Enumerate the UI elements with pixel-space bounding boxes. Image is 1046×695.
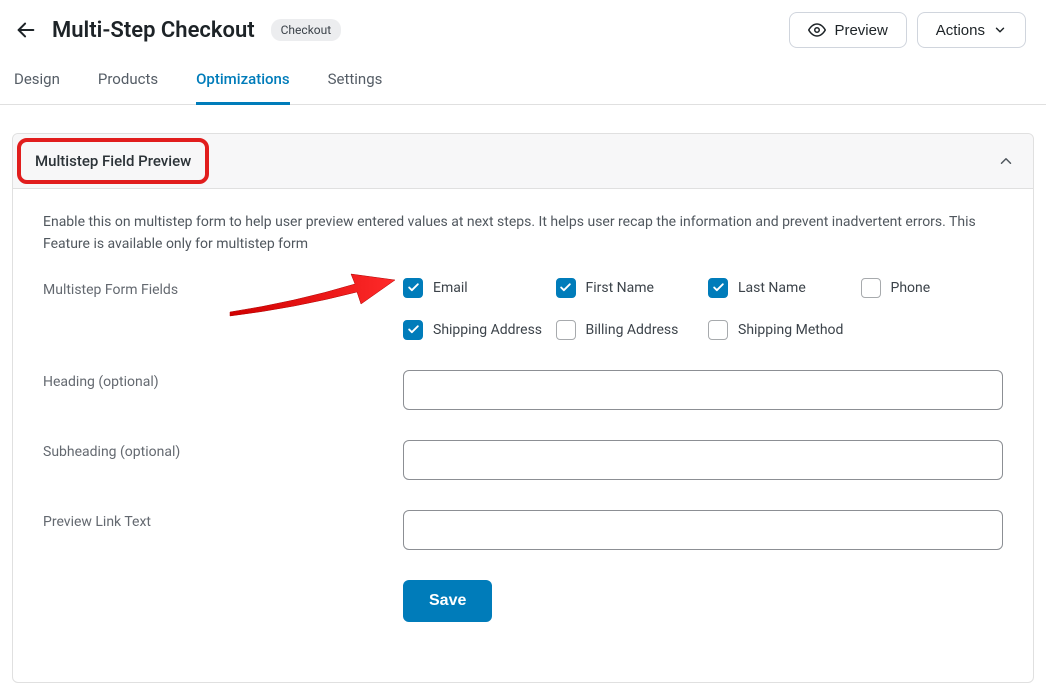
checkbox-box — [556, 320, 576, 340]
page-title: Multi-Step Checkout — [52, 18, 255, 43]
subheading-label: Subheading (optional) — [43, 440, 403, 460]
check-icon — [559, 281, 572, 294]
settings-panel: Multistep Field Preview Enable this on m… — [12, 133, 1034, 683]
tabs: Design Products Optimizations Settings — [0, 60, 1046, 105]
tab-settings[interactable]: Settings — [328, 60, 383, 105]
checkbox-label: Shipping Method — [738, 322, 843, 338]
preview-button[interactable]: Preview — [789, 12, 906, 48]
back-button[interactable] — [12, 16, 40, 44]
checkbox-grid: Email First Name Last Name Phone Shipping Ad… — [403, 278, 1003, 340]
save-button[interactable]: Save — [403, 580, 492, 622]
panel-description: Enable this on multistep form to help us… — [43, 211, 1003, 256]
checkbox-label: Phone — [891, 280, 931, 296]
preview-button-label: Preview — [834, 22, 887, 39]
checkbox-label: Email — [433, 280, 468, 296]
check-icon — [712, 281, 725, 294]
fields-label: Multistep Form Fields — [43, 278, 403, 298]
actions-button[interactable]: Actions — [917, 12, 1026, 48]
check-icon — [407, 323, 420, 336]
checkbox-box — [403, 320, 423, 340]
checkbox-label: First Name — [586, 280, 654, 296]
checkbox-box — [708, 320, 728, 340]
context-badge: Checkout — [271, 19, 342, 41]
checkbox-billing-address[interactable]: Billing Address — [556, 320, 699, 340]
subheading-input[interactable] — [403, 440, 1003, 480]
checkbox-box — [861, 278, 881, 298]
highlight-box: Multistep Field Preview — [17, 138, 209, 184]
checkbox-last-name[interactable]: Last Name — [708, 278, 851, 298]
checkbox-email[interactable]: Email — [403, 278, 546, 298]
checkbox-phone[interactable]: Phone — [861, 278, 1004, 298]
preview-link-input[interactable] — [403, 510, 1003, 550]
tab-products[interactable]: Products — [98, 60, 158, 105]
eye-icon — [808, 21, 826, 39]
checkbox-box — [403, 278, 423, 298]
tab-design[interactable]: Design — [14, 60, 60, 105]
arrow-left-icon — [15, 19, 37, 41]
heading-input[interactable] — [403, 370, 1003, 410]
check-icon — [407, 281, 420, 294]
checkbox-shipping-address[interactable]: Shipping Address — [403, 320, 546, 340]
preview-link-label: Preview Link Text — [43, 510, 403, 530]
panel-title: Multistep Field Preview — [35, 152, 191, 170]
checkbox-label: Last Name — [738, 280, 806, 296]
checkbox-label: Shipping Address — [433, 322, 542, 338]
checkbox-box — [708, 278, 728, 298]
checkbox-label: Billing Address — [586, 322, 679, 338]
actions-button-label: Actions — [936, 22, 985, 39]
tab-optimizations[interactable]: Optimizations — [196, 60, 290, 105]
checkbox-first-name[interactable]: First Name — [556, 278, 699, 298]
chevron-up-icon[interactable] — [997, 152, 1015, 170]
panel-header[interactable]: Multistep Field Preview — [13, 134, 1033, 189]
heading-label: Heading (optional) — [43, 370, 403, 390]
chevron-down-icon — [993, 23, 1007, 37]
checkbox-shipping-method[interactable]: Shipping Method — [708, 320, 851, 340]
checkbox-box — [556, 278, 576, 298]
